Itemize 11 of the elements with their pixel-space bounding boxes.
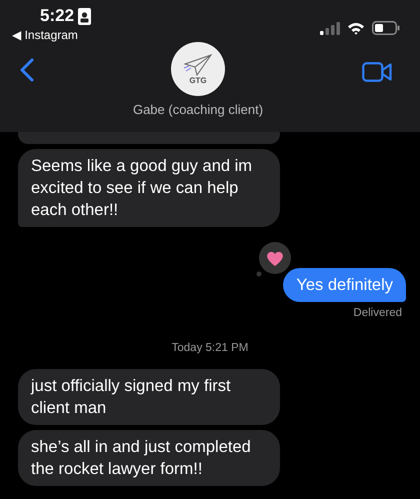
clock-time: 5:22 bbox=[40, 6, 74, 26]
delivery-status: Delivered bbox=[353, 307, 403, 319]
sent-message-bubble: Yes definitely bbox=[283, 268, 406, 302]
received-message-bubble: just officially signed my first client man bbox=[18, 369, 280, 425]
timestamp: Today 5:21 PM bbox=[172, 342, 248, 354]
contact-name[interactable]: Gabe (coaching client) bbox=[132, 102, 264, 117]
avatar-logo-text: GTG bbox=[189, 76, 207, 84]
received-message-bubble: she’s all in and just completed the rocket lawyer form!! bbox=[18, 430, 280, 486]
received-message-bubble: Seems like a good guy and im excited to see if we can help each other!! bbox=[18, 149, 280, 227]
contact-avatar[interactable]: GTG bbox=[170, 42, 225, 96]
back-to-app-link[interactable]: ◀ Instagram bbox=[12, 28, 78, 42]
